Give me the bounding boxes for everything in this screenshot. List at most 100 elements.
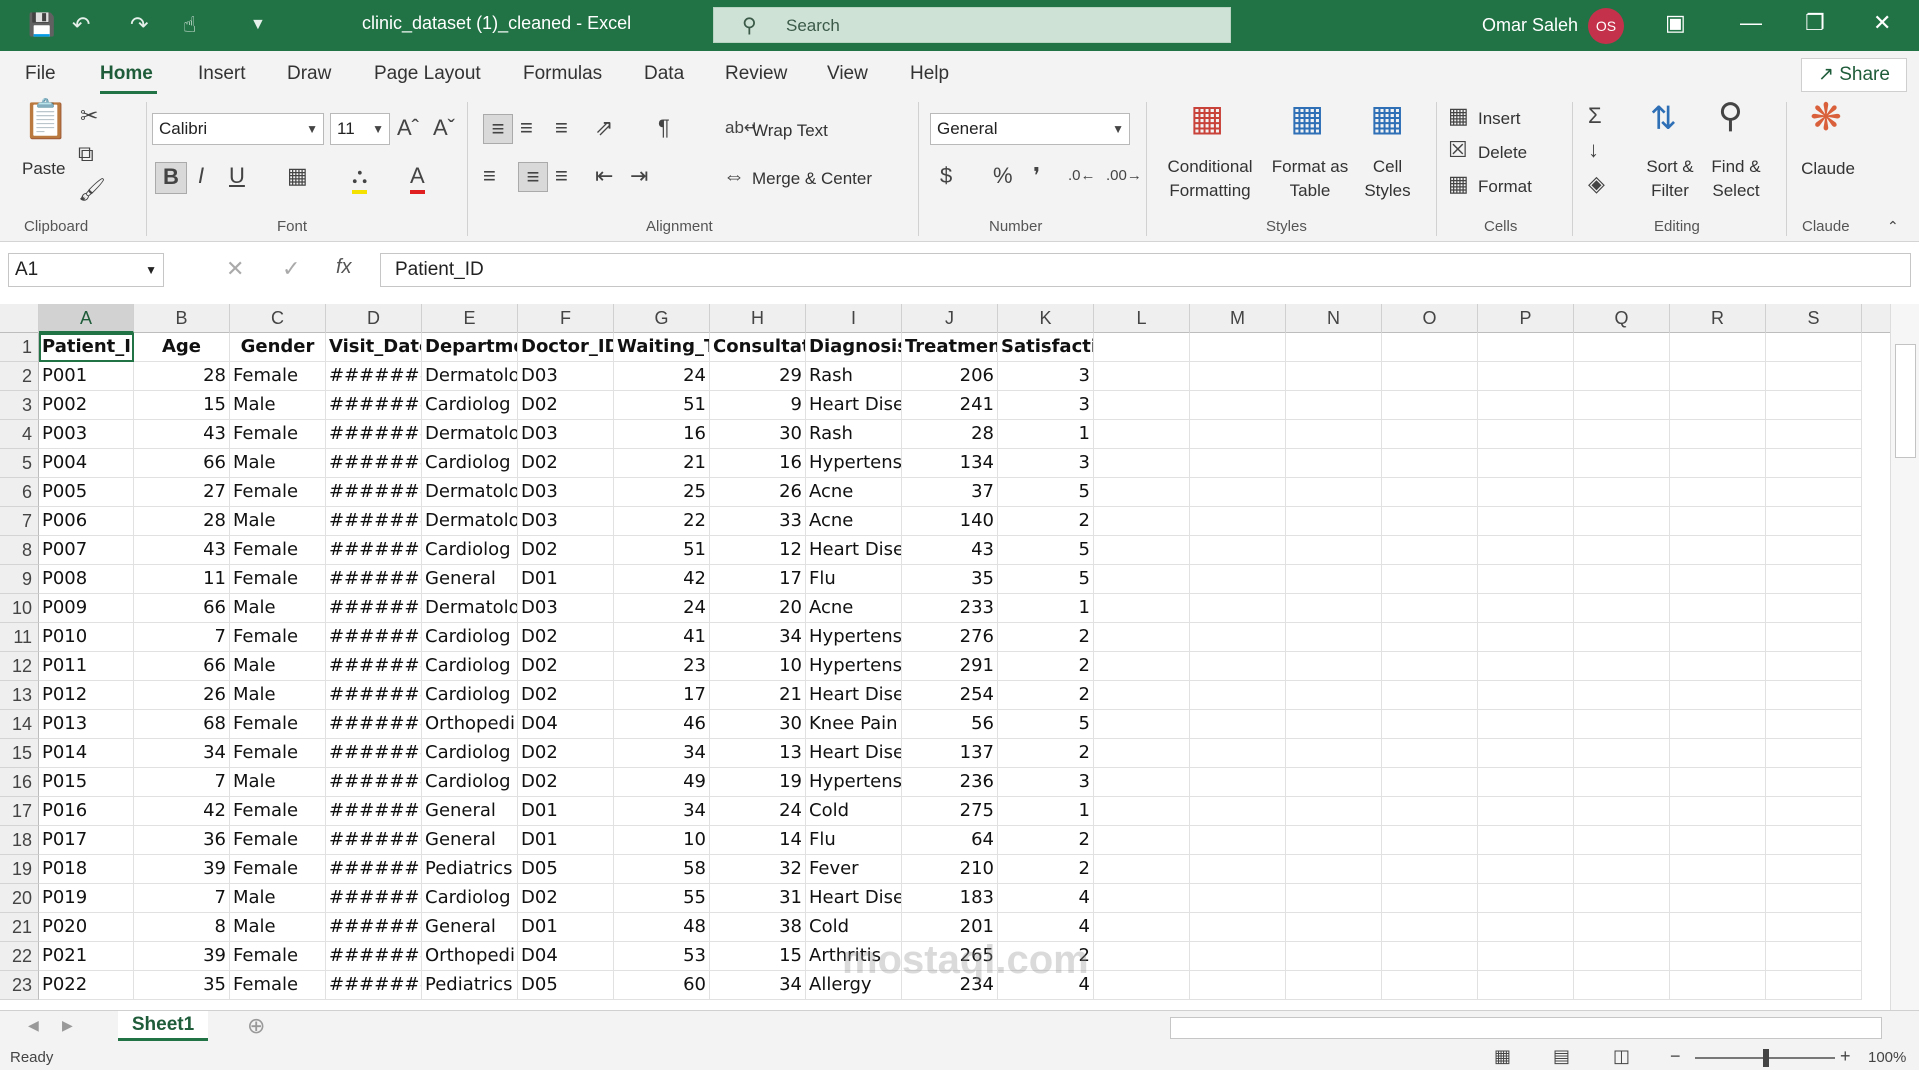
- cell-r1[interactable]: [1670, 333, 1766, 362]
- align-bottom-icon[interactable]: ≡: [555, 114, 568, 142]
- cell-o7[interactable]: [1382, 507, 1478, 536]
- cell-g23[interactable]: 60: [614, 971, 710, 1000]
- cell-e5[interactable]: Cardiolog: [422, 449, 518, 478]
- cell-e11[interactable]: Cardiolog: [422, 623, 518, 652]
- cell-f5[interactable]: D02: [518, 449, 614, 478]
- row-header[interactable]: 21: [0, 913, 39, 942]
- cell-k16[interactable]: 3: [998, 768, 1094, 797]
- cell-m14[interactable]: [1190, 710, 1286, 739]
- cell-s17[interactable]: [1766, 797, 1862, 826]
- cell-h2[interactable]: 29: [710, 362, 806, 391]
- cell-a19[interactable]: P018: [39, 855, 134, 884]
- cell-n22[interactable]: [1286, 942, 1382, 971]
- insert-cells-icon[interactable]: ▦: [1448, 102, 1469, 130]
- cell-o14[interactable]: [1382, 710, 1478, 739]
- font-size-select[interactable]: 11 ▼: [330, 113, 390, 145]
- cell-r2[interactable]: [1670, 362, 1766, 391]
- cell-n23[interactable]: [1286, 971, 1382, 1000]
- row-header[interactable]: 1: [0, 333, 39, 362]
- ribbon-display-options-icon[interactable]: ▣: [1665, 10, 1686, 36]
- cell-n5[interactable]: [1286, 449, 1382, 478]
- tab-help[interactable]: Help: [910, 63, 949, 85]
- cell-a8[interactable]: P007: [39, 536, 134, 565]
- cell-o17[interactable]: [1382, 797, 1478, 826]
- copy-icon[interactable]: ⧉: [78, 140, 94, 168]
- cell-m15[interactable]: [1190, 739, 1286, 768]
- cell-i10[interactable]: Acne: [806, 594, 902, 623]
- row-header[interactable]: 9: [0, 565, 39, 594]
- vertical-scroll-thumb[interactable]: [1895, 344, 1916, 458]
- enter-icon[interactable]: ✓: [282, 256, 300, 282]
- cell-i2[interactable]: Rash: [806, 362, 902, 391]
- column-header-a[interactable]: A: [39, 304, 134, 333]
- cell-d3[interactable]: ########: [326, 391, 422, 420]
- cell-styles-label2[interactable]: Styles: [1360, 180, 1415, 202]
- cell-l6[interactable]: [1094, 478, 1190, 507]
- cell-c10[interactable]: Male: [230, 594, 326, 623]
- cell-r8[interactable]: [1670, 536, 1766, 565]
- row-header[interactable]: 16: [0, 768, 39, 797]
- cell-a20[interactable]: P019: [39, 884, 134, 913]
- format-painter-icon[interactable]: 🖌: [78, 176, 106, 204]
- cell-d17[interactable]: ########: [326, 797, 422, 826]
- cell-f19[interactable]: D05: [518, 855, 614, 884]
- column-header-m[interactable]: M: [1190, 304, 1286, 333]
- cell-r21[interactable]: [1670, 913, 1766, 942]
- insert-cells-button[interactable]: Insert: [1478, 108, 1521, 130]
- cell-d18[interactable]: ########: [326, 826, 422, 855]
- cell-i9[interactable]: Flu: [806, 565, 902, 594]
- column-header-k[interactable]: K: [998, 304, 1094, 333]
- cell-i12[interactable]: Hypertens: [806, 652, 902, 681]
- cell-p8[interactable]: [1478, 536, 1574, 565]
- cell-h21[interactable]: 38: [710, 913, 806, 942]
- column-header-r[interactable]: R: [1670, 304, 1766, 333]
- cell-e7[interactable]: Dermatolo: [422, 507, 518, 536]
- cell-m3[interactable]: [1190, 391, 1286, 420]
- cell-o8[interactable]: [1382, 536, 1478, 565]
- cell-m20[interactable]: [1190, 884, 1286, 913]
- borders-icon[interactable]: ▦: [287, 162, 308, 190]
- cell-g13[interactable]: 17: [614, 681, 710, 710]
- row-header[interactable]: 8: [0, 536, 39, 565]
- cell-l21[interactable]: [1094, 913, 1190, 942]
- cell-q18[interactable]: [1574, 826, 1670, 855]
- cell-a12[interactable]: P011: [39, 652, 134, 681]
- cell-l12[interactable]: [1094, 652, 1190, 681]
- tab-file[interactable]: File: [25, 63, 56, 85]
- cell-f22[interactable]: D04: [518, 942, 614, 971]
- cell-f13[interactable]: D02: [518, 681, 614, 710]
- row-header[interactable]: 2: [0, 362, 39, 391]
- cell-n11[interactable]: [1286, 623, 1382, 652]
- cell-o20[interactable]: [1382, 884, 1478, 913]
- cell-c16[interactable]: Male: [230, 768, 326, 797]
- align-left-icon[interactable]: ≡: [483, 162, 496, 190]
- cell-b17[interactable]: 42: [134, 797, 230, 826]
- cell-k19[interactable]: 2: [998, 855, 1094, 884]
- cell-h5[interactable]: 16: [710, 449, 806, 478]
- cell-h15[interactable]: 13: [710, 739, 806, 768]
- cell-j8[interactable]: 43: [902, 536, 998, 565]
- cell-e19[interactable]: Pediatrics: [422, 855, 518, 884]
- cell-b6[interactable]: 27: [134, 478, 230, 507]
- cell-s16[interactable]: [1766, 768, 1862, 797]
- normal-view-icon[interactable]: ▦: [1494, 1046, 1511, 1067]
- cell-n6[interactable]: [1286, 478, 1382, 507]
- cell-s22[interactable]: [1766, 942, 1862, 971]
- cell-k20[interactable]: 4: [998, 884, 1094, 913]
- touch-mode-icon[interactable]: ☝: [183, 11, 196, 39]
- cell-c13[interactable]: Male: [230, 681, 326, 710]
- cell-l16[interactable]: [1094, 768, 1190, 797]
- cell-p3[interactable]: [1478, 391, 1574, 420]
- zoom-level[interactable]: 100%: [1868, 1049, 1906, 1066]
- cell-f8[interactable]: D02: [518, 536, 614, 565]
- cell-a10[interactable]: P009: [39, 594, 134, 623]
- cell-o23[interactable]: [1382, 971, 1478, 1000]
- cell-b16[interactable]: 7: [134, 768, 230, 797]
- cell-s11[interactable]: [1766, 623, 1862, 652]
- cell-k7[interactable]: 2: [998, 507, 1094, 536]
- cell-p15[interactable]: [1478, 739, 1574, 768]
- cell-g10[interactable]: 24: [614, 594, 710, 623]
- cell-l10[interactable]: [1094, 594, 1190, 623]
- increase-indent-icon[interactable]: ⇥: [630, 162, 648, 190]
- cell-k17[interactable]: 1: [998, 797, 1094, 826]
